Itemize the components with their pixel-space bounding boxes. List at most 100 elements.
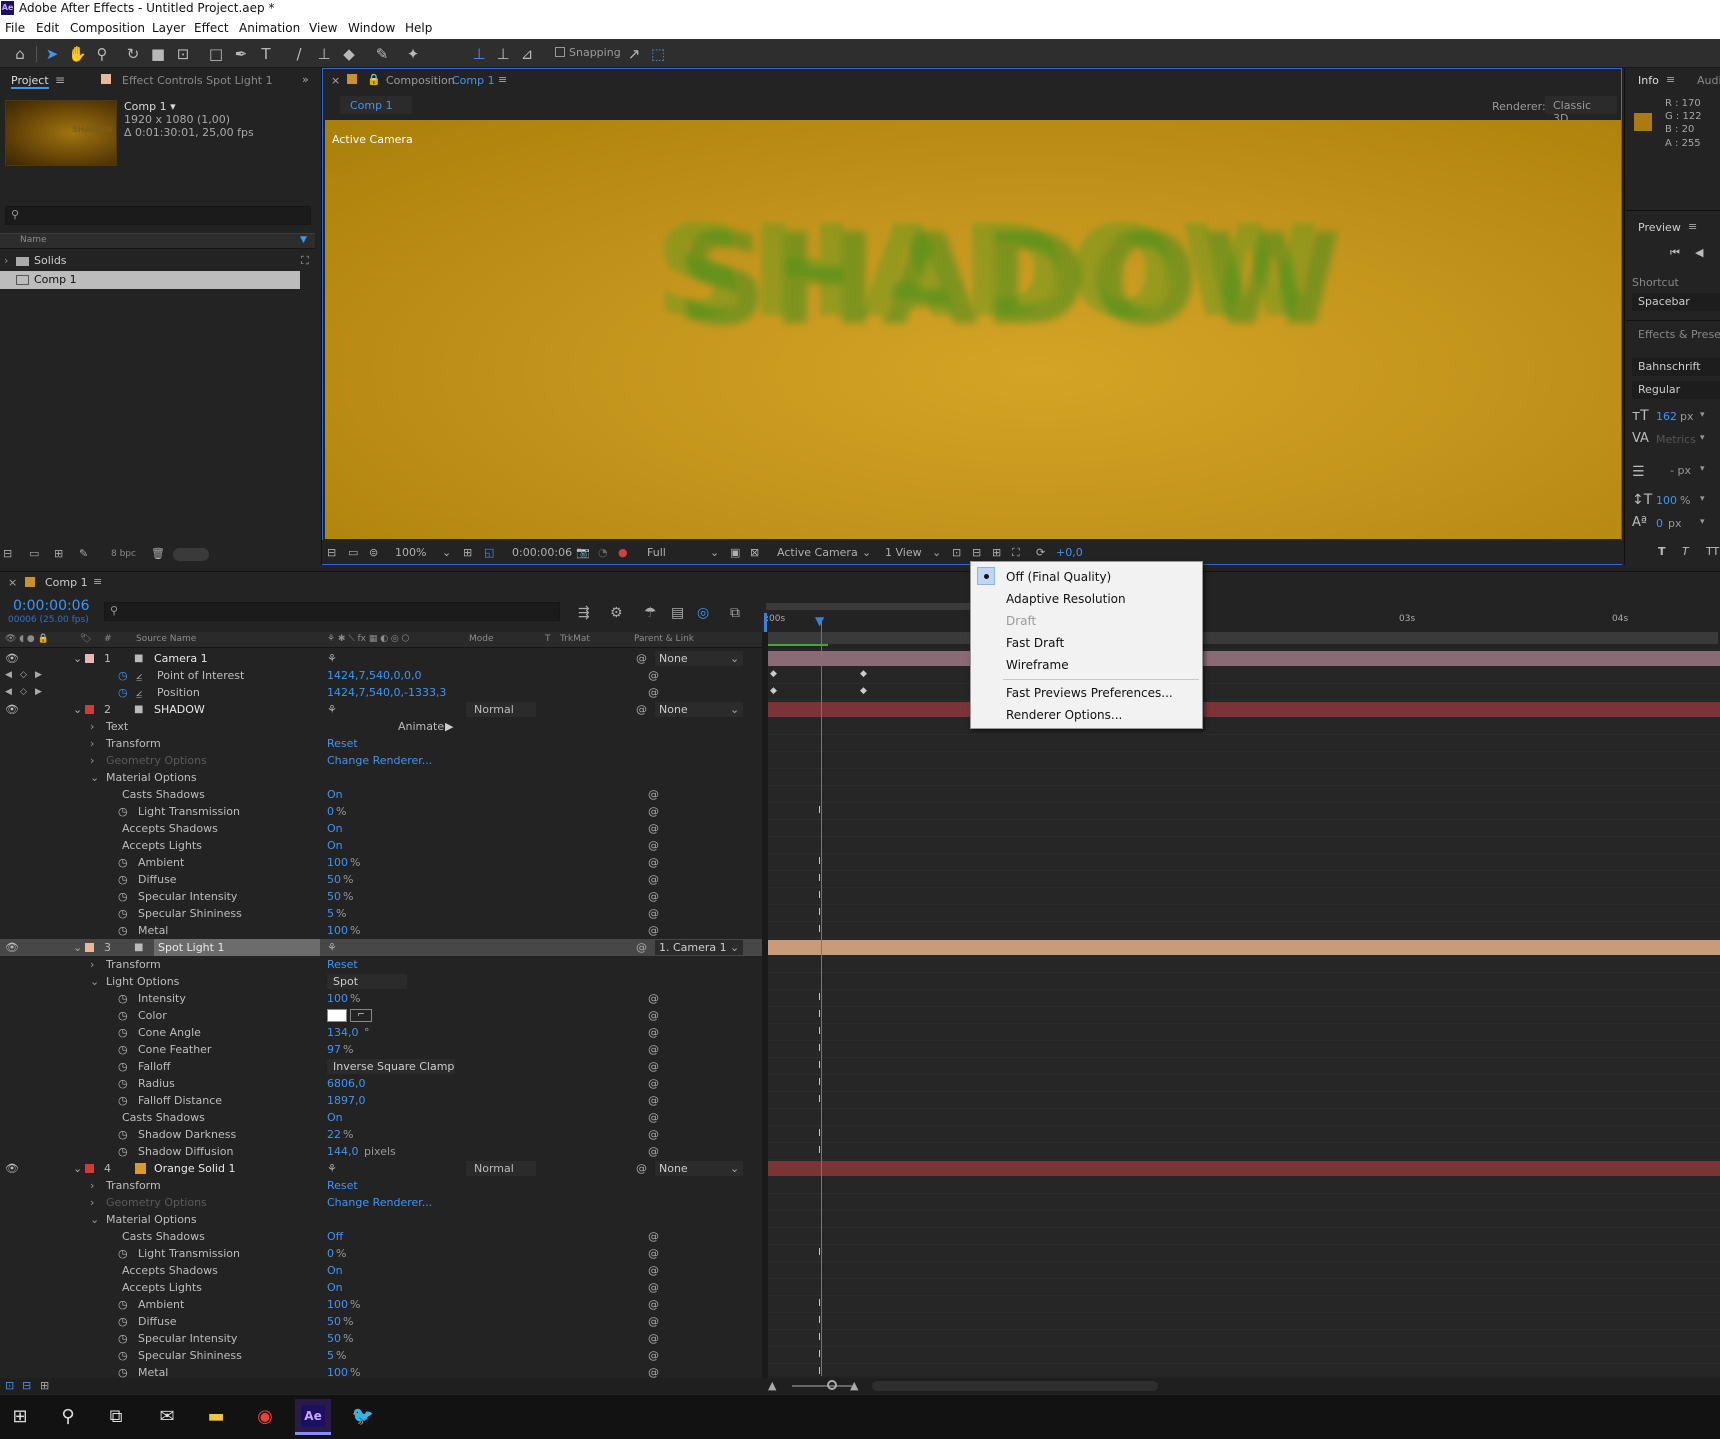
property-group-name[interactable]: Material Options xyxy=(106,1211,197,1228)
fast-previews-icon[interactable]: ⊟ xyxy=(972,546,981,559)
property-group-action[interactable]: Reset xyxy=(327,1177,358,1194)
track-row[interactable]: I xyxy=(768,1007,1720,1024)
panel-overflow-icon[interactable]: » xyxy=(302,73,309,86)
next-keyframe-icon[interactable]: ▶ xyxy=(35,667,42,684)
track-row[interactable]: I xyxy=(768,1330,1720,1347)
close-panel-icon[interactable]: × xyxy=(8,576,17,589)
property-value[interactable]: On xyxy=(327,1279,343,1296)
baseline-shift-value[interactable]: 0 xyxy=(1656,517,1663,530)
property-row[interactable]: Accepts Shadows On @ xyxy=(0,1262,762,1279)
property-group-name[interactable]: Light Options xyxy=(106,973,179,990)
property-name[interactable]: Casts Shadows xyxy=(122,1109,205,1126)
menu-animation[interactable]: Animation xyxy=(239,21,300,35)
property-row[interactable]: ◷ Ambient 100% @ xyxy=(0,854,762,871)
prev-keyframe-icon[interactable]: ◀ xyxy=(5,684,12,701)
panel-menu-icon[interactable]: ≡ xyxy=(93,575,102,588)
new-comp-icon[interactable]: ⊞ xyxy=(54,547,63,560)
tab-effect-controls[interactable]: Effect Controls Spot Light 1 xyxy=(122,74,273,87)
property-value[interactable]: 5 xyxy=(327,1347,334,1364)
chevron-right-icon[interactable]: › xyxy=(4,252,8,270)
property-value[interactable]: 97 xyxy=(327,1041,341,1058)
zoom-in-icon[interactable]: ▲ xyxy=(850,1379,858,1392)
property-group-action[interactable]: Change Renderer... xyxy=(327,752,432,769)
track-row[interactable]: ◆ ◆ xyxy=(768,684,1720,701)
stopwatch-icon[interactable]: ◷ xyxy=(118,1007,128,1024)
frame-blending-icon[interactable]: ▤ xyxy=(671,605,684,621)
draft-3d-icon[interactable]: ⚙ xyxy=(610,605,623,621)
track-row[interactable] xyxy=(768,786,1720,803)
panel-menu-icon[interactable]: ≡ xyxy=(1666,73,1675,86)
comp-mini-flowchart-icon[interactable]: ⇶ xyxy=(578,605,590,621)
zoom-slider-handle[interactable] xyxy=(827,1380,837,1390)
region-of-interest-icon[interactable]: ▣ xyxy=(730,546,740,559)
property-group-name[interactable]: Text xyxy=(106,718,128,735)
menu-item-off-final-quality[interactable]: Off (Final Quality) xyxy=(1006,570,1111,584)
track-row[interactable]: ◆ ◆ xyxy=(768,667,1720,684)
chevron-down-icon[interactable]: ⌄ xyxy=(442,546,451,559)
project-item-comp[interactable]: Comp 1 xyxy=(0,271,300,289)
tab-audio[interactable]: Audi xyxy=(1697,74,1720,87)
layer-label-color[interactable] xyxy=(85,654,94,663)
property-group-row[interactable]: ⌄ Light Options Spot xyxy=(0,973,762,990)
font-family-select[interactable]: Bahnschrift xyxy=(1632,358,1720,376)
blend-mode-select[interactable]: Normal xyxy=(466,702,536,717)
renderer-select[interactable]: Classic 3D xyxy=(1545,96,1617,125)
playhead-line[interactable] xyxy=(821,620,822,1376)
property-row[interactable]: ◷ Diffuse 50% @ xyxy=(0,1313,762,1330)
shy-switch-icon[interactable]: ⚘ xyxy=(327,939,337,956)
zoom-tool-icon[interactable]: ⚲ xyxy=(93,45,111,63)
add-keyframe-icon[interactable]: ◇ xyxy=(20,684,27,701)
light-type-select[interactable]: Spot xyxy=(327,974,407,989)
zoom-out-icon[interactable]: ▲ xyxy=(768,1379,776,1392)
brush-tool-icon[interactable]: / xyxy=(290,45,308,63)
property-group-name[interactable]: Transform xyxy=(106,956,161,973)
track-row[interactable] xyxy=(768,1279,1720,1296)
property-name[interactable]: Ambient xyxy=(138,854,184,871)
stopwatch-icon[interactable]: ◷ xyxy=(118,1245,128,1262)
graph-editor-icon[interactable]: ⧉ xyxy=(730,605,740,621)
property-name[interactable]: Intensity xyxy=(138,990,186,1007)
stopwatch-icon[interactable]: ◷ xyxy=(118,871,128,888)
menu-item-adaptive-resolution[interactable]: Adaptive Resolution xyxy=(1006,592,1126,606)
first-frame-icon[interactable]: ⏮ xyxy=(1670,246,1680,260)
pickwhip-icon[interactable]: @ xyxy=(648,1143,659,1160)
transfer-controls-toggle-icon[interactable]: ⊟ xyxy=(22,1379,31,1392)
pickwhip-icon[interactable]: @ xyxy=(648,854,659,871)
property-value[interactable]: 134,0 xyxy=(327,1024,359,1041)
stopwatch-icon[interactable]: ◷ xyxy=(118,922,128,939)
graph-icon[interactable]: ⦤ xyxy=(136,684,142,701)
chevron-down-icon[interactable]: ▾ xyxy=(1700,517,1705,527)
pickwhip-icon[interactable]: @ xyxy=(648,1024,659,1041)
shy-switch-icon[interactable]: ⚘ xyxy=(327,1160,337,1177)
all-caps-icon[interactable]: TT xyxy=(1706,545,1719,558)
previous-frame-icon[interactable]: ◀ xyxy=(1695,246,1703,259)
view-select[interactable]: Active Camera xyxy=(777,546,858,559)
property-row[interactable]: Casts Shadows Off @ xyxy=(0,1228,762,1245)
property-row[interactable]: ◷ Falloff Inverse Square Clamp @ xyxy=(0,1058,762,1075)
property-value[interactable]: 100 xyxy=(327,990,348,1007)
layer-row[interactable]: 👁 ⌄ 3 ■ Spot Light 1 ⚘ @1. Camera 1 ⌄ xyxy=(0,939,762,956)
property-name[interactable]: Casts Shadows xyxy=(122,786,205,803)
time-navigator[interactable] xyxy=(768,632,1718,644)
property-value[interactable]: 100 xyxy=(327,854,348,871)
property-value[interactable]: 1897,0 xyxy=(327,1092,366,1109)
chevron-right-icon[interactable]: › xyxy=(90,956,94,973)
timeline-search-input[interactable]: ⚲ xyxy=(104,602,560,621)
property-row[interactable]: ◀ ◇ ▶ ◷ ⦤ Position 1424,7,540,0,-1333,3 @ xyxy=(0,684,762,701)
pickwhip-icon[interactable]: @ xyxy=(648,1007,659,1024)
property-value[interactable]: On xyxy=(327,837,343,854)
stopwatch-icon[interactable]: ◷ xyxy=(118,905,128,922)
task-view-icon[interactable]: ⧉ xyxy=(99,1402,133,1432)
chevron-down-icon[interactable]: ▾ xyxy=(1700,464,1705,474)
chevron-down-icon[interactable]: ⌄ xyxy=(73,1160,82,1177)
snap-grid-icon[interactable]: ⬚ xyxy=(649,45,667,63)
property-row[interactable]: ◷ Light Transmission 0% @ xyxy=(0,1245,762,1262)
selection-tool-icon[interactable]: ➤ xyxy=(43,45,61,63)
chevron-right-icon[interactable]: › xyxy=(90,718,94,735)
stroke-width-value[interactable]: - px xyxy=(1670,464,1691,477)
pickwhip-icon[interactable]: @ xyxy=(636,650,647,667)
stopwatch-icon[interactable]: ◷ xyxy=(118,888,128,905)
property-name[interactable]: Falloff Distance xyxy=(138,1092,222,1109)
property-group-row[interactable]: › Text Animate: ▶ xyxy=(0,718,762,735)
lock-icon[interactable]: 🔒 xyxy=(367,73,381,86)
